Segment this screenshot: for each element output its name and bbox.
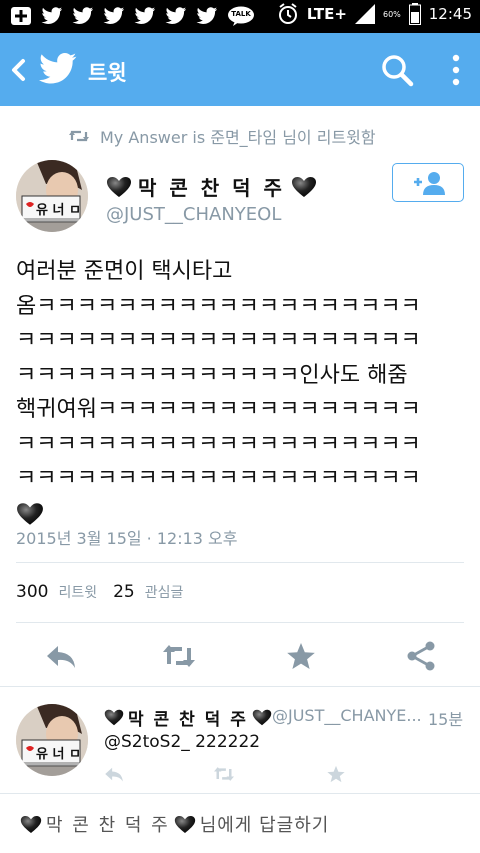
twitter-icon bbox=[165, 7, 187, 24]
black-heart-icon bbox=[104, 709, 124, 726]
add-user-icon bbox=[414, 172, 445, 195]
tweet-line: ㅋㅋㅋㅋㅋㅋㅋㅋㅋㅋㅋㅋㅋㅋㅋㅋㅋㅋㅋㅋ bbox=[16, 466, 421, 491]
like-count-label[interactable]: 관심글 bbox=[145, 582, 184, 602]
tweet-line: 옴ㅋㅋㅋㅋㅋㅋㅋㅋㅋㅋㅋㅋㅋㅋㅋㅋㅋㅋㅋ bbox=[16, 293, 421, 319]
kakaotalk-icon: TALK bbox=[227, 6, 255, 26]
reply-composer[interactable]: 막 콘 찬 덕 주 님에게 답글하기 bbox=[0, 793, 480, 853]
black-heart-icon bbox=[291, 176, 316, 197]
user-handle[interactable]: @JUST__CHANYEOL bbox=[106, 204, 281, 225]
black-heart-icon bbox=[107, 176, 131, 197]
clock: 12:45 bbox=[428, 5, 472, 23]
divider bbox=[0, 686, 480, 687]
black-heart-icon bbox=[174, 815, 195, 833]
divider bbox=[16, 622, 464, 623]
retweet-icon[interactable] bbox=[212, 764, 236, 784]
reply-time: 15분 bbox=[428, 710, 464, 729]
display-name-text: 막 콘 찬 덕 주 bbox=[138, 176, 285, 200]
tweet-actions bbox=[0, 636, 480, 676]
tweet-line: 핵귀여워ㅋㅋㅋㅋㅋㅋㅋㅋㅋㅋㅋㅋㅋㅋㅋㅋ bbox=[16, 397, 421, 422]
retweet-count[interactable]: 300 bbox=[16, 582, 48, 602]
twitter-icon bbox=[41, 7, 63, 24]
app-bar: 트윗 bbox=[0, 33, 480, 106]
tweet-timestamp: 2015년 3월 15일 · 12:13 오후 bbox=[16, 529, 238, 548]
black-heart-icon bbox=[20, 815, 42, 833]
twitter-logo-icon[interactable] bbox=[38, 49, 78, 89]
signal-icon bbox=[354, 4, 375, 24]
tweet-line: ㅋㅋㅋㅋㅋㅋㅋㅋㅋㅋㅋㅋㅋㅋㅋㅋㅋㅋㅋㅋ bbox=[16, 328, 421, 353]
reply-display-name-text: 막 콘 찬 덕 주 bbox=[128, 710, 248, 730]
follow-button[interactable] bbox=[392, 163, 464, 202]
twitter-icon bbox=[103, 7, 125, 24]
twitter-icon bbox=[196, 7, 218, 24]
black-heart-icon bbox=[252, 709, 272, 726]
reply-icon[interactable] bbox=[102, 764, 126, 784]
lte-indicator: LTE+ bbox=[306, 5, 347, 23]
retweet-count-label[interactable]: 리트윗 bbox=[58, 582, 97, 602]
talk-label: TALK bbox=[231, 10, 251, 18]
overflow-menu-icon[interactable] bbox=[448, 53, 464, 87]
back-arrow-icon[interactable] bbox=[8, 55, 28, 85]
twitter-icon bbox=[72, 7, 94, 24]
reply-placeholder[interactable]: 막 콘 찬 덕 주 님에게 답글하기 bbox=[20, 811, 329, 837]
display-name[interactable]: 막 콘 찬 덕 주 bbox=[106, 172, 317, 201]
reply-placeholder-suffix: 님에게 답글하기 bbox=[199, 815, 330, 836]
tweet-line: 여러분 준면이 택시타고 bbox=[16, 259, 233, 284]
notification-icons: TALK bbox=[10, 6, 255, 26]
like-count[interactable]: 25 bbox=[113, 582, 135, 602]
retweet-icon[interactable] bbox=[162, 640, 196, 672]
black-heart-icon bbox=[17, 502, 43, 525]
tweet-stats: 300 리트윗 25 관심글 bbox=[16, 582, 189, 602]
battery-percent: 60% bbox=[382, 9, 401, 19]
system-indicators: LTE+ 60% 12:45 bbox=[277, 3, 472, 25]
reply-handle[interactable]: @JUST__CHANYE... bbox=[272, 706, 422, 725]
retweet-context[interactable]: My Answer is 준면_타임 님이 리트윗함 bbox=[68, 124, 376, 148]
reply-text: @S2toS2_ 222222 bbox=[104, 732, 261, 752]
retweet-icon bbox=[69, 130, 89, 142]
status-bar: TALK LTE+ 60% 12:45 bbox=[0, 0, 480, 33]
reply-placeholder-name: 막 콘 찬 덕 주 bbox=[46, 815, 170, 836]
reply-icon[interactable] bbox=[44, 640, 78, 672]
battery-icon bbox=[408, 3, 421, 25]
tweet-line: ㅋㅋㅋㅋㅋㅋㅋㅋㅋㅋㅋㅋㅋㅋㅋㅋㅋㅋㅋㅋ bbox=[16, 431, 421, 457]
tweet-text: 여러분 준면이 택시타고 옴ㅋㅋㅋㅋㅋㅋㅋㅋㅋㅋㅋㅋㅋㅋㅋㅋㅋㅋㅋ ㅋㅋㅋㅋㅋㅋ… bbox=[16, 255, 466, 531]
share-icon[interactable] bbox=[404, 640, 438, 672]
alarm-icon bbox=[278, 3, 297, 24]
svg-text:유 너 ㅁ 도: 유 너 ㅁ 도 bbox=[36, 202, 88, 218]
reply-avatar[interactable]: 유 너 ㅁ 도 bbox=[16, 704, 88, 776]
star-icon[interactable] bbox=[324, 764, 348, 784]
add-icon bbox=[11, 7, 31, 25]
page-title: 트윗 bbox=[88, 61, 127, 85]
star-icon[interactable] bbox=[284, 640, 318, 672]
svg-text:유 너 ㅁ 도: 유 너 ㅁ 도 bbox=[36, 746, 88, 762]
retweet-context-text: My Answer is 준면_타임 님이 리트윗함 bbox=[100, 128, 376, 147]
search-icon[interactable] bbox=[380, 53, 414, 87]
divider bbox=[16, 562, 464, 563]
reply-display-name[interactable]: 막 콘 찬 덕 주 bbox=[104, 705, 272, 730]
tweet-line: ㅋㅋㅋㅋㅋㅋㅋㅋㅋㅋㅋㅋㅋㅋ인사도 해줌 bbox=[16, 362, 408, 388]
twitter-icon bbox=[134, 7, 156, 24]
avatar[interactable]: 유 너 ㅁ 도 bbox=[16, 160, 88, 232]
